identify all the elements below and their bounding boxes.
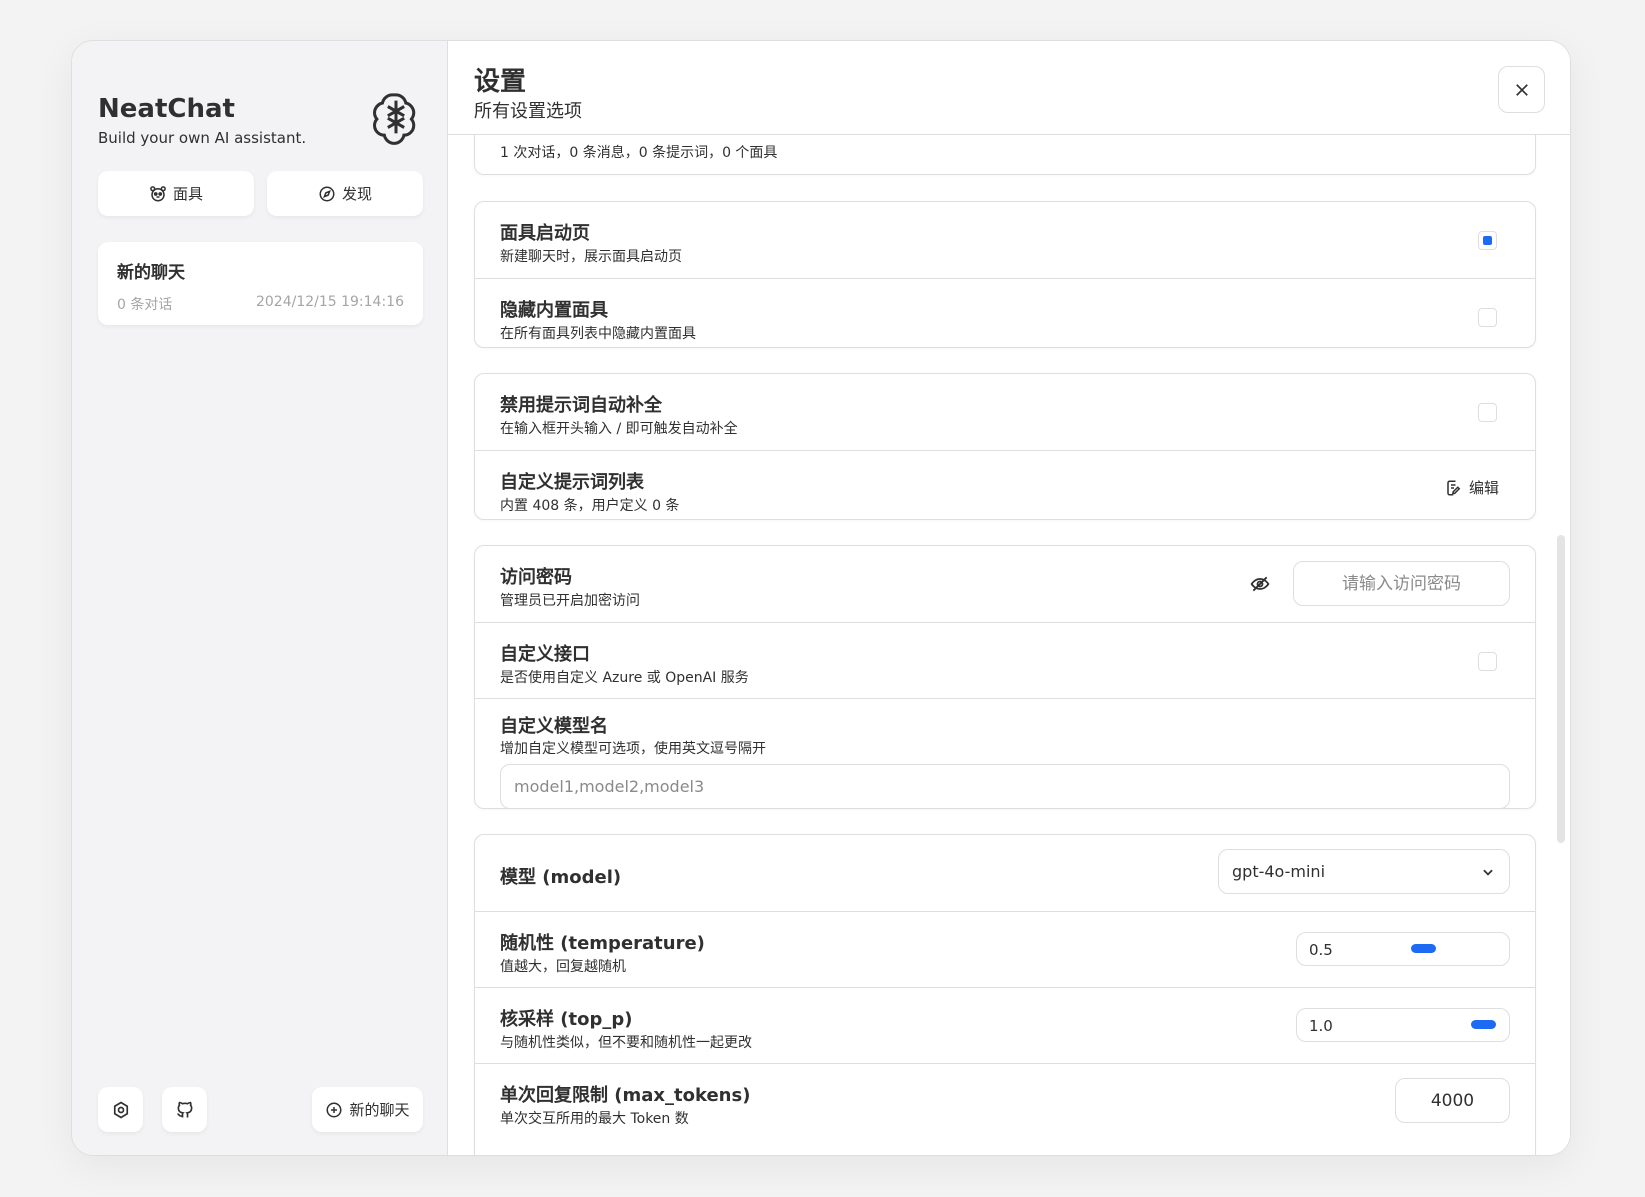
prompt-settings-card: 禁用提示词自动补全 在输入框开头输入 / 即可触发自动补全 自定义提示词列表 内… — [474, 373, 1536, 520]
custom-endpoint-subtitle: 是否使用自定义 Azure 或 OpenAI 服务 — [500, 670, 749, 686]
mask-icon — [150, 185, 166, 201]
temperature-title: 随机性 (temperature) — [500, 933, 705, 954]
chat-list-item[interactable]: 新的聊天 0 条对话 2024/12/15 19:14:16 — [98, 242, 423, 325]
disable-autocomplete-checkbox[interactable] — [1478, 403, 1497, 422]
edit-label: 编辑 — [1468, 479, 1499, 497]
hide-builtin-masks-row: 隐藏内置面具 在所有面具列表中隐藏内置面具 — [475, 278, 1535, 348]
github-button[interactable] — [162, 1087, 207, 1132]
openai-logo-icon — [373, 93, 416, 145]
top-p-value: 1.0 — [1309, 1017, 1333, 1035]
max-tokens-subtitle: 单次交互所用的最大 Token 数 — [500, 1111, 689, 1127]
model-row: 模型 (model) gpt-4o-mini — [475, 835, 1535, 911]
custom-models-subtitle: 增加自定义模型可选项，使用英文逗号隔开 — [500, 741, 766, 757]
edit-icon — [1447, 480, 1461, 495]
settings-icon — [113, 1101, 128, 1118]
custom-models-row: 自定义模型名 增加自定义模型可选项，使用英文逗号隔开 — [475, 698, 1535, 814]
sidebar: NeatChat Build your own AI assistant. 面具… — [72, 41, 448, 1155]
custom-prompts-subtitle: 内置 408 条，用户定义 0 条 — [500, 498, 680, 514]
compass-icon — [319, 186, 335, 201]
temperature-row: 随机性 (temperature) 值越大，回复越随机 0.5 — [475, 911, 1535, 987]
model-select-value: gpt-4o-mini — [1232, 862, 1326, 881]
access-settings-card: 访问密码 管理员已开启加密访问 自定义接口 是否使用自定义 Azure 或 Op… — [474, 545, 1536, 809]
discover-button[interactable]: 发现 — [267, 171, 423, 216]
hide-masks-title: 隐藏内置面具 — [500, 300, 608, 321]
brand-title: NeatChat — [98, 94, 235, 124]
data-sync-card: 1 次对话，0 条消息，0 条提示词，0 个面具 导出 导入 — [474, 135, 1536, 175]
chevron-down-icon — [1483, 869, 1493, 876]
custom-prompts-title: 自定义提示词列表 — [500, 472, 644, 493]
github-icon — [176, 1101, 193, 1117]
close-button[interactable] — [1498, 66, 1545, 113]
brand-subtitle: Build your own AI assistant. — [98, 129, 307, 147]
scrollbar[interactable] — [1557, 535, 1565, 843]
settings-panel: 设置 所有设置选项 1 次对话，0 条消息，0 条提示词，0 个面具 导出 导入 — [448, 41, 1570, 1155]
temperature-value: 0.5 — [1309, 941, 1333, 959]
max-tokens-row: 单次回复限制 (max_tokens) 单次交互所用的最大 Token 数 — [475, 1063, 1535, 1139]
custom-prompts-row: 自定义提示词列表 内置 408 条，用户定义 0 条 编辑 — [475, 450, 1535, 520]
masks-button[interactable]: 面具 — [98, 171, 254, 216]
discover-button-label: 发现 — [341, 185, 372, 203]
eye-off-icon — [1250, 576, 1270, 592]
top-p-title: 核采样 (top_p) — [500, 1009, 633, 1030]
mask-launch-subtitle: 新建聊天时，展示面具启动页 — [500, 249, 682, 265]
top-p-slider-thumb[interactable] — [1471, 1020, 1496, 1029]
top-p-row: 核采样 (top_p) 与随机性类似，但不要和随机性一起更改 1.0 — [475, 987, 1535, 1063]
access-password-title: 访问密码 — [500, 567, 572, 588]
chat-date: 2024/12/15 19:14:16 — [255, 294, 404, 310]
data-stats: 1 次对话，0 条消息，0 条提示词，0 个面具 — [500, 145, 778, 161]
masks-button-label: 面具 — [172, 185, 203, 203]
model-title: 模型 (model) — [500, 867, 622, 888]
custom-endpoint-row: 自定义接口 是否使用自定义 Azure 或 OpenAI 服务 — [475, 622, 1535, 698]
mask-launch-checkbox[interactable] — [1478, 231, 1497, 250]
add-circle-icon — [326, 1102, 342, 1117]
hide-masks-checkbox[interactable] — [1478, 308, 1497, 327]
model-settings-card: 模型 (model) gpt-4o-mini 随机性 (temperature)… — [474, 834, 1536, 1155]
temperature-subtitle: 值越大，回复越随机 — [500, 959, 626, 975]
edit-prompts-button[interactable]: 编辑 — [1445, 477, 1499, 498]
close-icon — [1515, 83, 1528, 96]
model-select[interactable]: gpt-4o-mini — [1218, 849, 1510, 894]
access-password-row: 访问密码 管理员已开启加密访问 — [475, 546, 1535, 622]
custom-models-input[interactable] — [500, 764, 1510, 809]
hide-masks-subtitle: 在所有面具列表中隐藏内置面具 — [500, 326, 696, 342]
new-chat-button[interactable]: 新的聊天 — [312, 1087, 423, 1132]
page-subtitle: 所有设置选项 — [474, 101, 582, 122]
settings-button[interactable] — [98, 1087, 143, 1132]
temperature-slider[interactable]: 0.5 — [1296, 932, 1510, 966]
top-p-subtitle: 与随机性类似，但不要和随机性一起更改 — [500, 1035, 752, 1051]
chat-title: 新的聊天 — [117, 263, 185, 283]
app-window: NeatChat Build your own AI assistant. 面具… — [71, 40, 1571, 1156]
settings-content: 1 次对话，0 条消息，0 条提示词，0 个面具 导出 导入 面具启动页 新建聊… — [448, 135, 1570, 1155]
disable-autocomplete-row: 禁用提示词自动补全 在输入框开头输入 / 即可触发自动补全 — [475, 374, 1535, 450]
toggle-password-visibility-button[interactable] — [1250, 574, 1270, 598]
disable-autocomplete-title: 禁用提示词自动补全 — [500, 395, 662, 416]
new-chat-label: 新的聊天 — [349, 1101, 410, 1119]
max-tokens-input[interactable] — [1395, 1078, 1510, 1123]
custom-endpoint-checkbox[interactable] — [1478, 652, 1497, 671]
access-password-input[interactable] — [1293, 561, 1510, 606]
mask-launch-row: 面具启动页 新建聊天时，展示面具启动页 — [475, 202, 1535, 278]
top-p-slider[interactable]: 1.0 — [1296, 1008, 1510, 1042]
custom-endpoint-title: 自定义接口 — [500, 644, 590, 665]
disable-autocomplete-subtitle: 在输入框开头输入 / 即可触发自动补全 — [500, 421, 738, 437]
access-password-subtitle: 管理员已开启加密访问 — [500, 593, 640, 609]
page-title: 设置 — [474, 67, 527, 97]
mask-launch-title: 面具启动页 — [500, 223, 590, 244]
chat-message-count: 0 条对话 — [117, 297, 173, 313]
mask-settings-card: 面具启动页 新建聊天时，展示面具启动页 隐藏内置面具 在所有面具列表中隐藏内置面… — [474, 201, 1536, 348]
settings-header: 设置 所有设置选项 — [448, 41, 1570, 135]
custom-models-title: 自定义模型名 — [500, 716, 608, 737]
temperature-slider-thumb[interactable] — [1411, 944, 1436, 953]
max-tokens-title: 单次回复限制 (max_tokens) — [500, 1085, 751, 1106]
